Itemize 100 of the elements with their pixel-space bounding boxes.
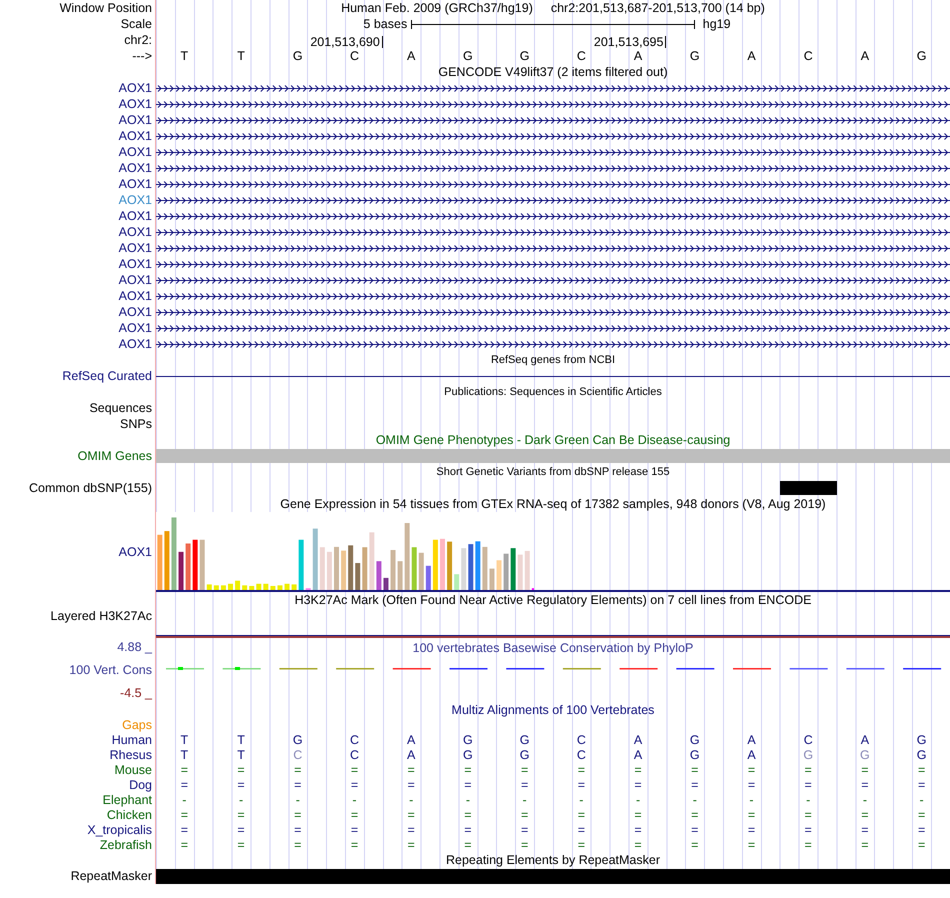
alignment-base: = [520,823,530,838]
alignment-base: = [350,778,360,793]
track-label[interactable]: RefSeq Curated [62,368,152,384]
alignment-base: = [804,823,813,838]
alignment-base: = [350,838,360,853]
track-title: Repeating Elements by RepeatMasker [446,853,660,868]
alignment-base: = [236,838,246,853]
alignment-base: T [180,748,190,763]
alignment-base: = [804,763,813,778]
gene-label[interactable]: AOX1 [118,336,152,352]
alignment-base: G [916,748,928,763]
alignment-base: - [862,793,868,808]
alignment-base: = [690,778,700,793]
gene-label[interactable]: AOX1 [118,224,152,240]
track-label[interactable]: SNPs [120,416,152,432]
alignment-base: = [860,778,870,793]
gene-label[interactable]: AOX1 [118,160,152,176]
base-letter: G [292,48,304,64]
alignment-base: = [576,808,586,823]
base-letter: G [518,48,530,64]
gene-label[interactable]: AOX1 [118,176,152,192]
species-label[interactable]: Zebrafish [100,838,152,853]
coordinate-tick: 201,513,690 [310,36,383,48]
alignment-base: - [522,793,528,808]
alignment-base: G [859,748,871,763]
alignment-base: = [463,823,473,838]
alignment-base: = [633,823,643,838]
gene-label[interactable]: AOX1 [118,128,152,144]
track-label[interactable]: AOX1 [118,545,152,559]
alignment-base: G [462,733,474,748]
alignment-base: = [293,763,302,778]
gene-label[interactable]: AOX1 [118,192,152,208]
alignment-base: C [576,748,587,763]
track-label[interactable]: Layered H3K27Ac [50,608,152,624]
gene-label[interactable]: AOX1 [118,96,152,112]
base-letter: C [802,48,814,64]
base-letter: A [406,48,416,64]
gene-label[interactable]: AOX1 [118,240,152,256]
assembly-text: Human Feb. 2009 (GRCh37/hg19) [341,0,533,16]
gene-label[interactable]: AOX1 [118,304,152,320]
track-title: Gene Expression in 54 tissues from GTEx RNA-seq of 17382 samples, 948 donors (V8, Aug 2019) [280,496,826,512]
alignment-base: T [236,733,246,748]
gene-label[interactable]: AOX1 [118,208,152,224]
alignment-base: = [406,808,416,823]
alignment-base: G [518,733,530,748]
alignment-base: C [292,748,304,763]
gene-label[interactable]: AOX1 [118,320,152,336]
gene-label[interactable]: AOX1 [118,80,152,96]
alignment-base: = [690,823,700,838]
gene-label[interactable]: AOX1 [118,272,152,288]
field-label: Scale [120,16,152,32]
gene-label[interactable]: AOX1 [118,288,152,304]
track-label[interactable]: OMIM Genes [78,448,152,464]
alignment-base: = [293,838,302,853]
alignment-base: = [236,808,246,823]
alignment-base: G [688,748,701,763]
track-title: RefSeq genes from NCBI [490,353,616,368]
axis-min-label: -4.5 _ [120,686,152,700]
alignment-base: = [690,763,700,778]
alignment-base: = [860,823,870,838]
alignment-base: = [180,808,189,823]
track-label[interactable]: RepeatMasker [70,868,152,884]
alignment-base: = [916,778,926,793]
alignment-base: G [916,733,928,748]
track-label[interactable]: Common dbSNP(155) [29,480,152,496]
track-title: Multiz Alignments of 100 Vertebrates [452,702,654,718]
alignment-base: = [350,823,360,838]
position-text: chr2:201,513,687-201,513,700 (14 bp) [550,0,765,16]
alignment-base: = [463,778,473,793]
alignment-base: - [181,793,188,808]
track-label[interactable]: 100 Vert. Cons [69,663,152,677]
gene-label[interactable]: AOX1 [118,256,152,272]
alignment-base: - [748,793,755,808]
alignment-base: = [576,763,586,778]
track-label[interactable]: Sequences [89,400,152,416]
gene-label[interactable]: AOX1 [118,144,152,160]
base-letter: A [860,48,870,64]
species-label[interactable]: Rhesus [110,748,152,763]
assembly-name: hg19 [702,16,732,32]
species-label[interactable]: Elephant [102,793,152,808]
alignment-base: G [688,733,701,748]
alignment-base: A [406,748,416,763]
species-label[interactable]: X_tropicalis [87,823,152,838]
alignment-base: = [746,808,756,823]
alignment-base: = [804,808,813,823]
alignment-base: = [293,778,302,793]
species-label[interactable]: Mouse [114,763,152,778]
alignment-base: = [746,763,756,778]
strand-label: ---> [132,48,152,64]
species-label[interactable]: Chicken [106,808,152,823]
alignment-base: = [520,838,530,853]
alignment-base: = [180,823,189,838]
species-label[interactable]: Human [112,733,152,748]
alignment-base: G [518,748,530,763]
alignment-base: - [294,793,301,808]
track-title: GENCODE V49lift37 (2 items filtered out) [438,64,668,80]
species-label[interactable]: Dog [129,778,152,793]
alignment-base: = [236,823,246,838]
gene-label[interactable]: AOX1 [118,112,152,128]
alignment-base: - [692,793,698,808]
